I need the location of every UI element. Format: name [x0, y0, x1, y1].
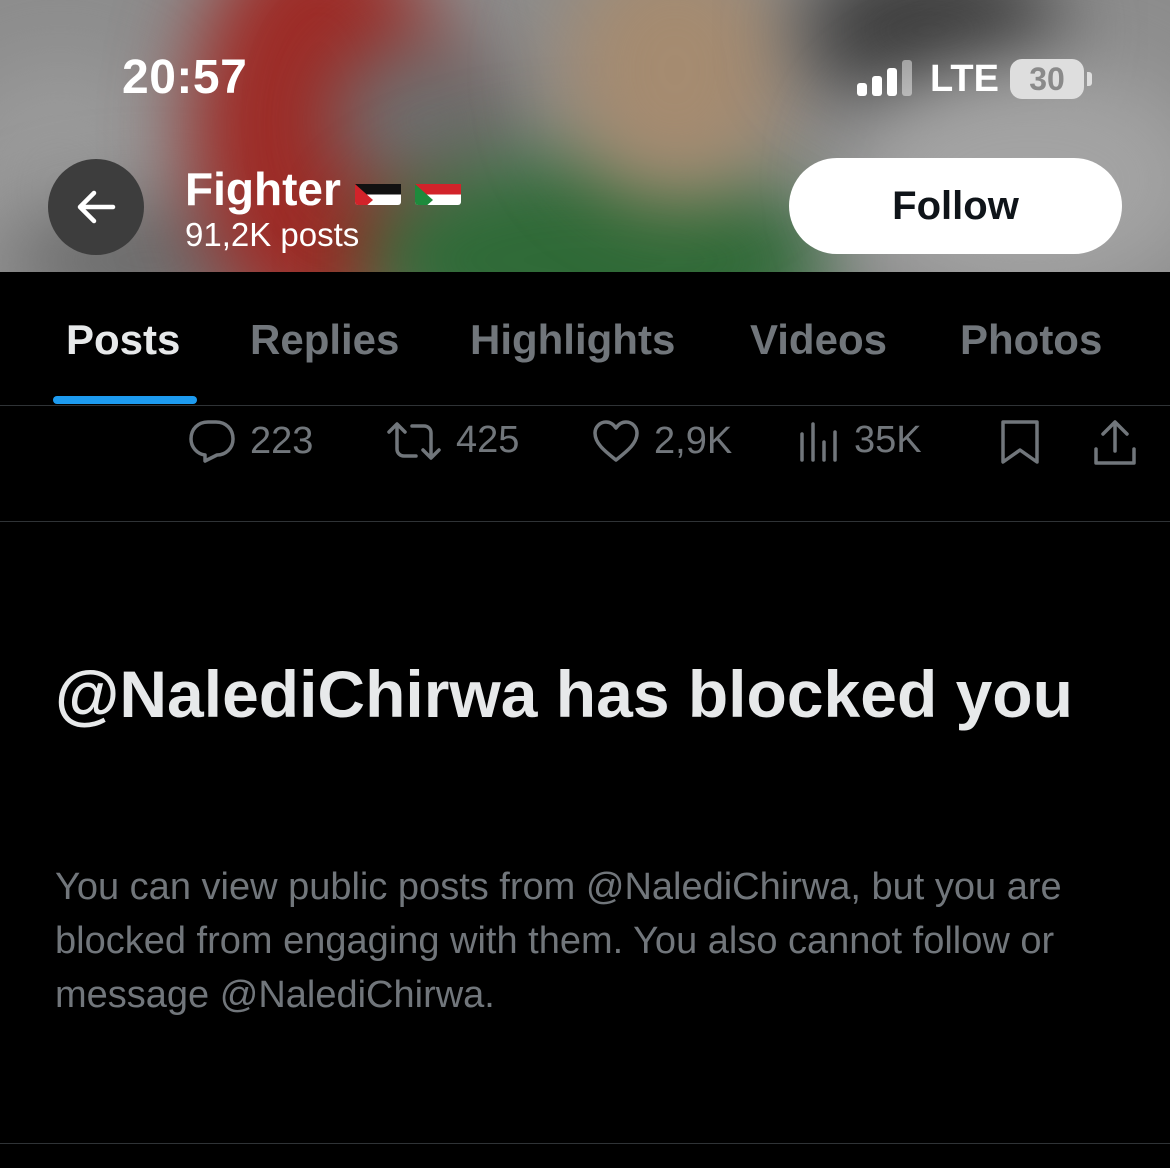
reply-count: 223 — [250, 419, 314, 462]
repost-action[interactable]: 425 — [386, 419, 519, 462]
repost-icon — [387, 421, 441, 460]
status-time: 20:57 — [122, 51, 248, 104]
palestine-flag-icon — [354, 173, 401, 205]
divider — [0, 1143, 1170, 1144]
tab-photos[interactable]: Photos — [960, 316, 1102, 364]
follow-button[interactable]: Follow — [789, 158, 1122, 254]
profile-name-text: Fighter — [185, 163, 341, 215]
bookmark-icon — [1001, 420, 1039, 464]
tab-videos[interactable]: Videos — [750, 316, 887, 364]
share-icon — [1094, 420, 1136, 465]
reply-icon — [189, 420, 235, 463]
like-count: 2,9K — [654, 419, 733, 462]
back-button[interactable] — [48, 159, 144, 255]
post-count: 91,2K posts — [185, 216, 360, 253]
heart-icon — [593, 420, 639, 462]
sudan-flag-icon — [414, 173, 461, 205]
network-label: LTE — [930, 58, 999, 100]
tab-highlights[interactable]: Highlights — [470, 316, 675, 364]
tab-posts[interactable]: Posts — [66, 316, 180, 364]
battery-icon: 30 — [1010, 59, 1084, 99]
share-action[interactable] — [1092, 419, 1138, 467]
active-tab-indicator — [53, 396, 197, 404]
blocked-description: You can view public posts from @NalediCh… — [55, 866, 1062, 1016]
view-count: 35K — [854, 419, 922, 461]
post-action-bar: 223 425 2,9K 35K — [0, 407, 1170, 522]
reply-action[interactable]: 223 — [188, 419, 313, 463]
blocked-title: @NalediChirwa has blocked you — [55, 657, 1073, 731]
views-action[interactable]: 35K — [798, 419, 922, 462]
views-chart-icon — [800, 421, 837, 462]
profile-banner: 20:57 LTE 30 Fighter 91,2K posts Follow — [0, 0, 1170, 272]
profile-tabs: Posts Replies Highlights Videos Photos — [0, 272, 1170, 406]
bookmark-action[interactable] — [1000, 419, 1040, 465]
tab-replies[interactable]: Replies — [250, 316, 399, 364]
signal-icon — [857, 60, 915, 96]
like-action[interactable]: 2,9K — [592, 419, 732, 463]
profile-name: Fighter — [185, 162, 461, 216]
repost-count: 425 — [456, 419, 520, 461]
arrow-left-icon — [77, 190, 116, 224]
battery-tip — [1087, 72, 1092, 86]
